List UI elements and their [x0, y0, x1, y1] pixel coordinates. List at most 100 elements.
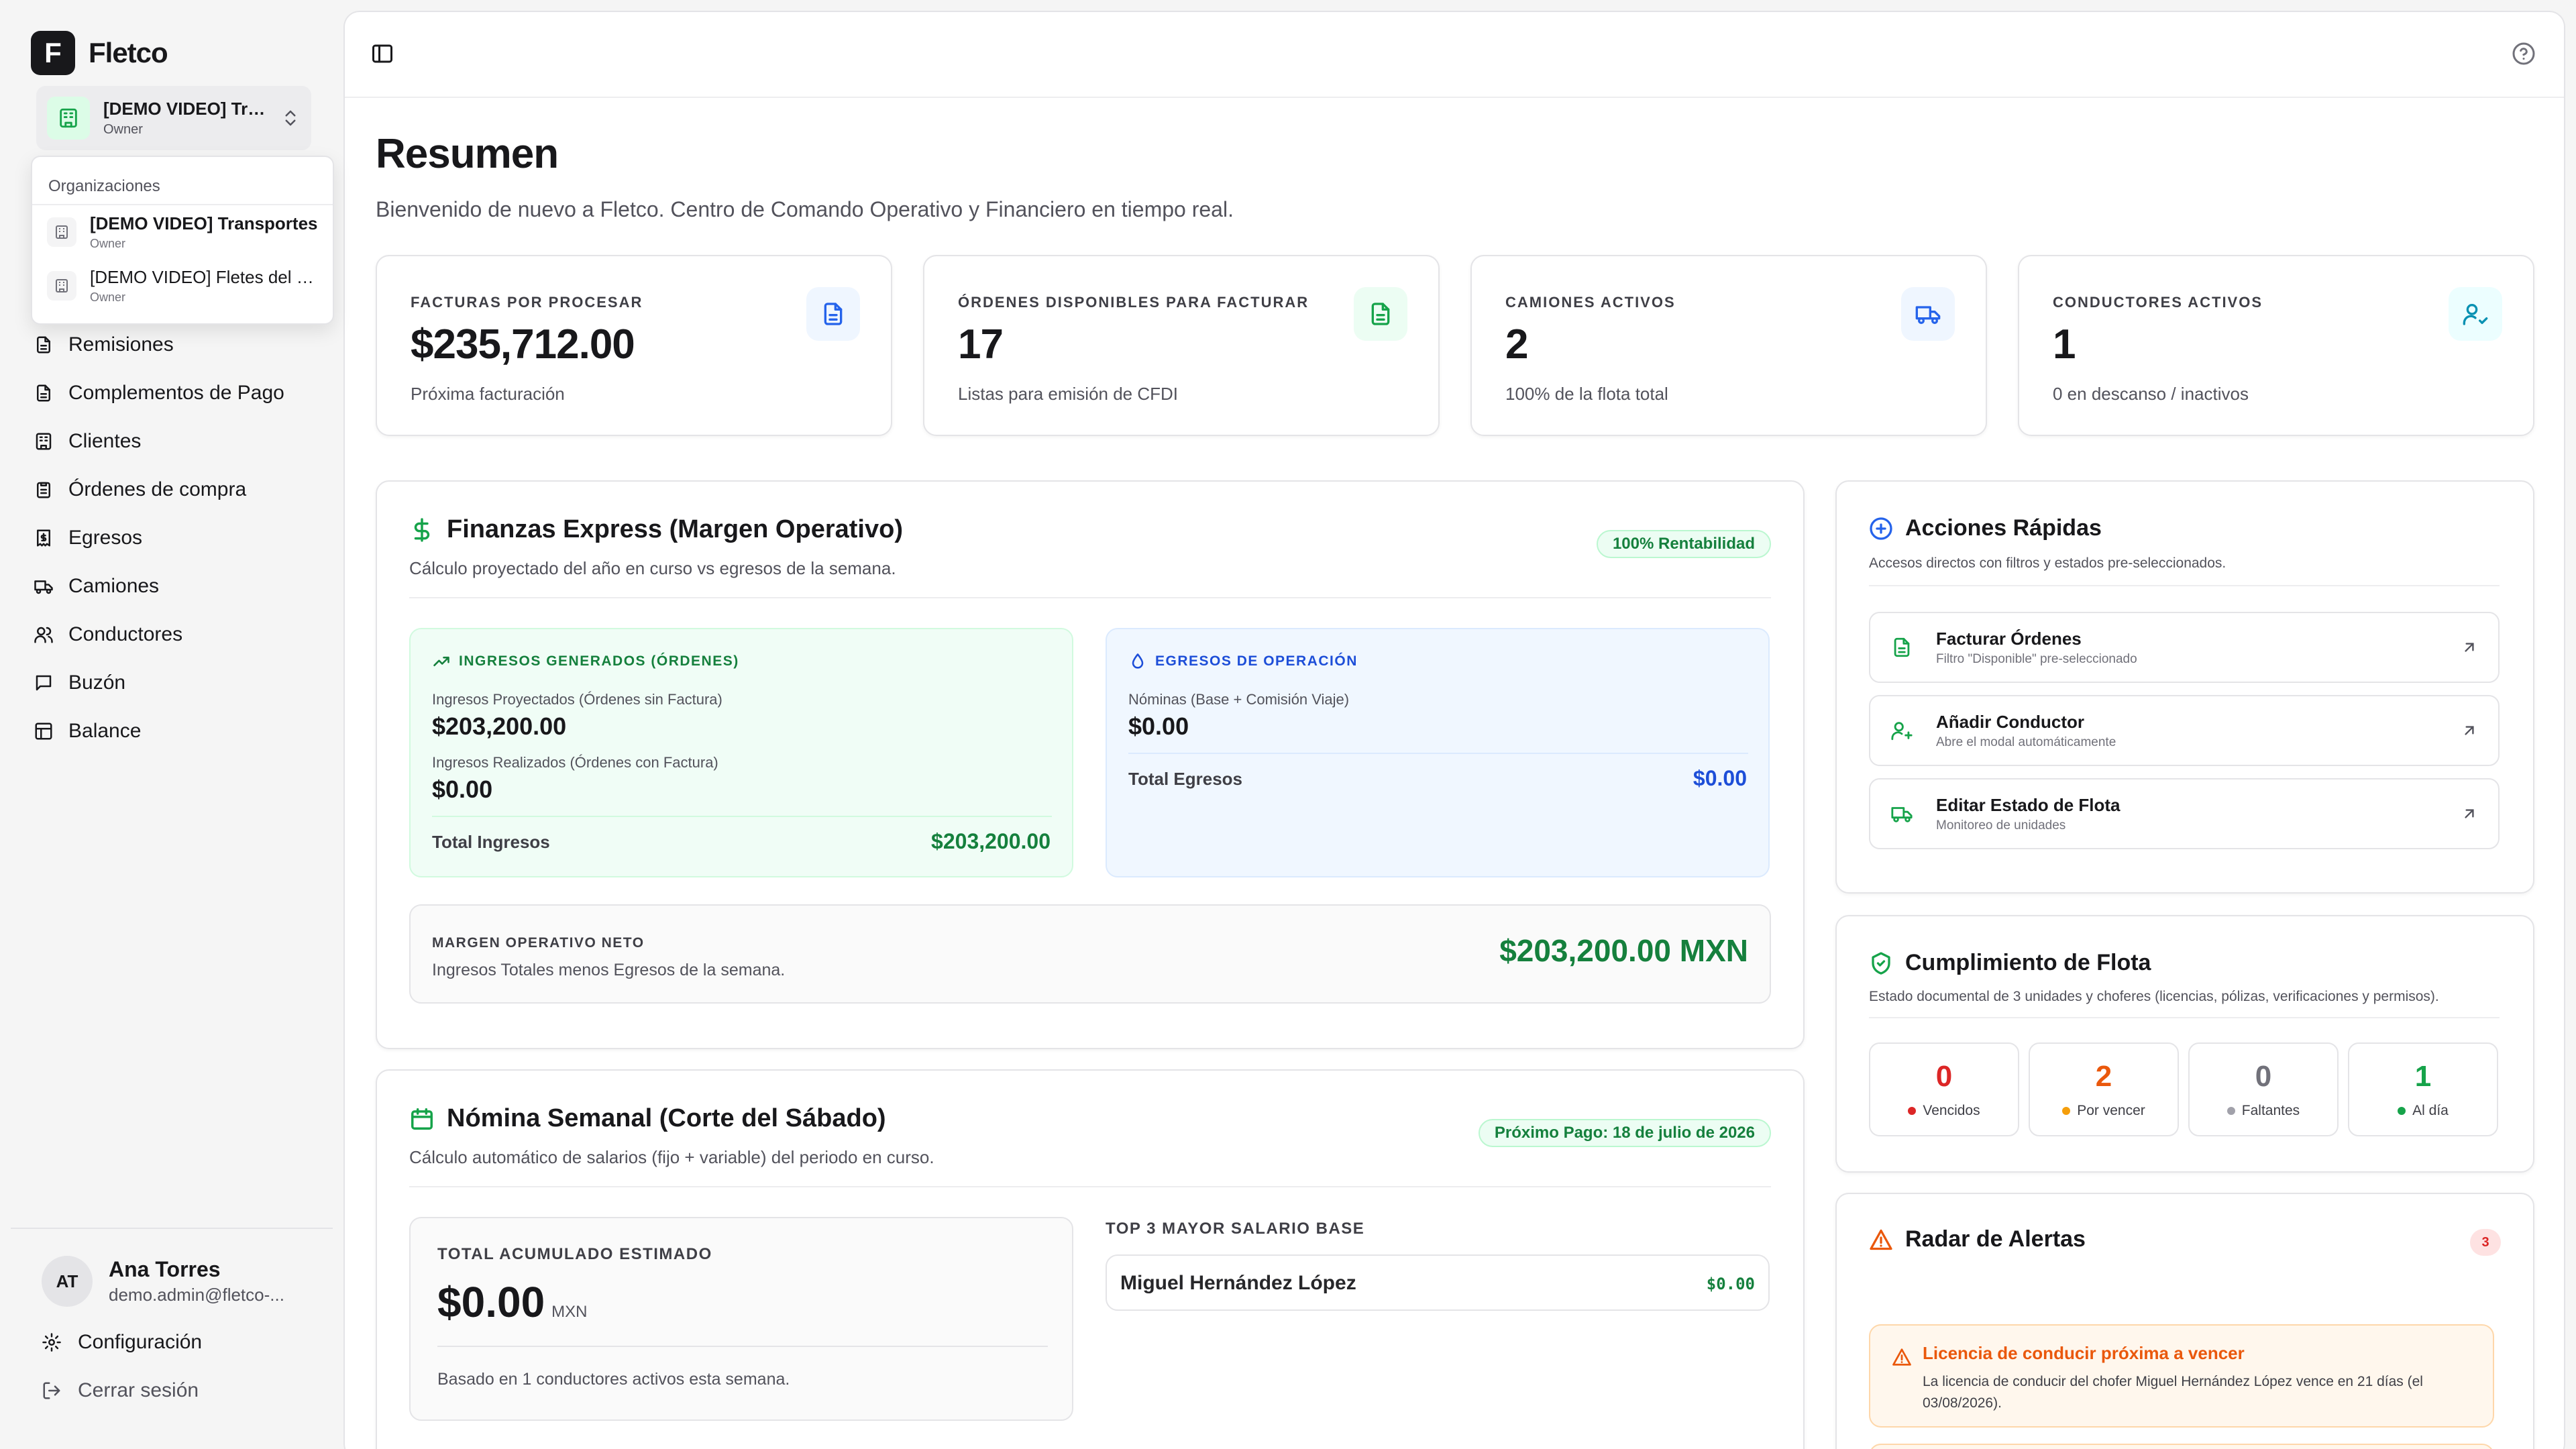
sidebar-item-complementos[interactable]: Complementos de Pago — [31, 369, 326, 417]
org-option-role: Owner — [90, 290, 126, 304]
org-switcher-role: Owner — [103, 122, 143, 137]
egresos-label-text: EGRESOS DE OPERACIÓN — [1155, 653, 1358, 669]
flota-al-dia[interactable]: 1 Al día — [2348, 1042, 2498, 1136]
acciones-title: Acciones Rápidas — [1869, 515, 2102, 541]
logout-link[interactable]: Cerrar sesión — [42, 1379, 199, 1402]
org-option-role: Owner — [90, 237, 126, 250]
divider — [409, 1186, 1771, 1187]
sidebar-item-balance[interactable]: Balance — [31, 707, 326, 755]
divider — [1869, 1017, 2500, 1018]
stat-card-conductores[interactable]: CONDUCTORES ACTIVOS 1 0 en descanso / in… — [2018, 255, 2534, 436]
sidebar-divider — [11, 1228, 333, 1229]
flota-faltantes[interactable]: 0 Faltantes — [2188, 1042, 2339, 1136]
main-content: Resumen Bienvenido de nuevo a Fletco. Ce… — [343, 11, 2565, 1449]
flota-al-dia-value: 1 — [2414, 1060, 2432, 1093]
alert-body: La licencia de conducir del chofer Migue… — [1923, 1374, 2423, 1411]
top-salario-row[interactable]: Miguel Hernández López $0.00 — [1106, 1254, 1770, 1311]
page-subtitle: Bienvenido de nuevo a Fletco. Centro de … — [376, 197, 1234, 221]
org-dropdown: Organizaciones [DEMO VIDEO] Transportes … — [31, 156, 334, 325]
divider — [437, 1346, 1048, 1347]
alertas-title-text: Radar de Alertas — [1905, 1226, 2086, 1252]
cumplimiento-title: Cumplimiento de Flota — [1869, 950, 2151, 976]
flota-por-vencer[interactable]: 2 Por vencer — [2029, 1042, 2179, 1136]
org-switcher[interactable]: [DEMO VIDEO] Transportes Owner — [36, 86, 311, 150]
arrow-up-right-icon — [2461, 805, 2478, 822]
users-icon — [34, 625, 54, 645]
settings-link[interactable]: Configuración — [42, 1331, 202, 1354]
sidebar-item-egresos[interactable]: Egresos — [31, 514, 326, 562]
ingresos-proyectados-label: Ingresos Proyectados (Órdenes sin Factur… — [432, 691, 722, 708]
sidebar-item-remisiones[interactable]: Remisiones — [31, 321, 326, 369]
user-email: demo.admin@fletco-... — [109, 1285, 284, 1305]
divider — [409, 597, 1771, 598]
action-anadir-conductor[interactable]: Añadir Conductor Abre el modal automática… — [1869, 695, 2500, 766]
status-dot — [2226, 1107, 2235, 1115]
sidebar-item-label: Complementos de Pago — [68, 382, 284, 404]
user-profile[interactable]: AT Ana Torres demo.admin@fletco-... — [42, 1256, 284, 1307]
org-dropdown-label: Organizaciones — [32, 157, 333, 205]
alert-item[interactable]: Licencia de conducir próxima a vencer La… — [1869, 1324, 2494, 1428]
flota-vencidos[interactable]: 0 Vencidos — [1869, 1042, 2019, 1136]
nomina-title: Nómina Semanal (Corte del Sábado) — [409, 1104, 886, 1133]
help-icon[interactable] — [2512, 42, 2536, 66]
user-name: Ana Torres — [109, 1257, 221, 1281]
stat-sub: 0 en descanso / inactivos — [2053, 384, 2249, 404]
brand[interactable]: F Fletco — [31, 31, 168, 75]
org-option-1[interactable]: [DEMO VIDEO] Transportes Owner — [32, 205, 333, 259]
proximo-pago-badge: Próximo Pago: 18 de julio de 2026 — [1478, 1119, 1771, 1147]
action-sub: Abre el modal automáticamente — [1936, 735, 2116, 749]
total-acumulado-box: TOTAL ACUMULADO ESTIMADO $0.00 MXN Basad… — [409, 1217, 1073, 1421]
flota-faltantes-label: Faltantes — [2241, 1103, 2300, 1118]
action-sub: Monitoreo de unidades — [1936, 818, 2066, 833]
ingresos-label: INGRESOS GENERADOS (ÓRDENES) — [432, 652, 739, 671]
sidebar-item-label: Buzón — [68, 672, 126, 694]
stat-value: $235,712.00 — [411, 321, 635, 368]
file-icon — [34, 335, 54, 355]
building-icon — [47, 97, 90, 140]
file-icon — [34, 383, 54, 403]
building-icon — [47, 271, 76, 301]
truck-icon — [1890, 802, 1913, 825]
nomina-subtitle: Cálculo automático de salarios (fijo + v… — [409, 1147, 934, 1167]
ingresos-realizados-label: Ingresos Realizados (Órdenes con Factura… — [432, 754, 718, 771]
stat-card-camiones[interactable]: CAMIONES ACTIVOS 2 100% de la flota tota… — [1470, 255, 1987, 436]
flota-vencidos-label: Vencidos — [1923, 1103, 1980, 1118]
margen-value: $203,200.00 MXN — [1499, 933, 1748, 968]
total-acumulado-currency: MXN — [551, 1303, 588, 1321]
plus-circle-icon — [1869, 517, 1893, 541]
sidebar-toggle-icon[interactable] — [370, 42, 394, 66]
stat-card-facturas[interactable]: FACTURAS POR PROCESAR $235,712.00 Próxim… — [376, 255, 892, 436]
margen-label: MARGEN OPERATIVO NETO — [432, 935, 645, 951]
sidebar-item-conductores[interactable]: Conductores — [31, 610, 326, 659]
finanzas-card: Finanzas Express (Margen Operativo) Cálc… — [376, 480, 1805, 1049]
total-egresos-value: $0.00 — [1693, 766, 1747, 790]
divider — [1869, 585, 2500, 586]
alert-item[interactable] — [1869, 1444, 2494, 1449]
sidebar-item-camiones[interactable]: Camiones — [31, 562, 326, 610]
status-dot — [2062, 1107, 2071, 1115]
stat-card-ordenes[interactable]: ÓRDENES DISPONIBLES PARA FACTURAR 17 Lis… — [923, 255, 1440, 436]
sidebar-nav: Remisiones Complementos de Pago Clientes… — [31, 321, 326, 755]
action-editar-flota[interactable]: Editar Estado de Flota Monitoreo de unida… — [1869, 778, 2500, 849]
building-icon — [34, 431, 54, 451]
logout-label: Cerrar sesión — [78, 1379, 199, 1401]
rentabilidad-badge: 100% Rentabilidad — [1596, 530, 1771, 558]
sidebar-item-clientes[interactable]: Clientes — [31, 417, 326, 466]
top-salario-amount: $0.00 — [1706, 1275, 1755, 1293]
flota-por-vencer-value: 2 — [2095, 1060, 2112, 1093]
org-option-2[interactable]: [DEMO VIDEO] Fletes del Norte Owner — [32, 259, 333, 313]
file-text-icon — [806, 287, 860, 341]
total-acumulado: $0.00 MXN — [437, 1277, 588, 1327]
status-dot — [2398, 1107, 2406, 1115]
alertas-title: Radar de Alertas — [1869, 1226, 2086, 1252]
sidebar-item-label: Órdenes de compra — [68, 478, 247, 500]
sidebar-item-ordenes[interactable]: Órdenes de compra — [31, 466, 326, 514]
nomina-card: Nómina Semanal (Corte del Sábado) Cálcul… — [376, 1069, 1805, 1449]
action-facturar-ordenes[interactable]: Facturar Órdenes Filtro "Disponible" pre-… — [1869, 612, 2500, 683]
ingresos-box: INGRESOS GENERADOS (ÓRDENES) Ingresos Pr… — [409, 628, 1073, 877]
stat-value: 1 — [2053, 321, 2076, 368]
finanzas-title-text: Finanzas Express (Margen Operativo) — [447, 515, 903, 543]
sidebar-item-buzon[interactable]: Buzón — [31, 659, 326, 707]
total-ingresos-value: $203,200.00 — [931, 829, 1051, 853]
org-option-name: [DEMO VIDEO] Fletes del Norte — [90, 267, 318, 287]
